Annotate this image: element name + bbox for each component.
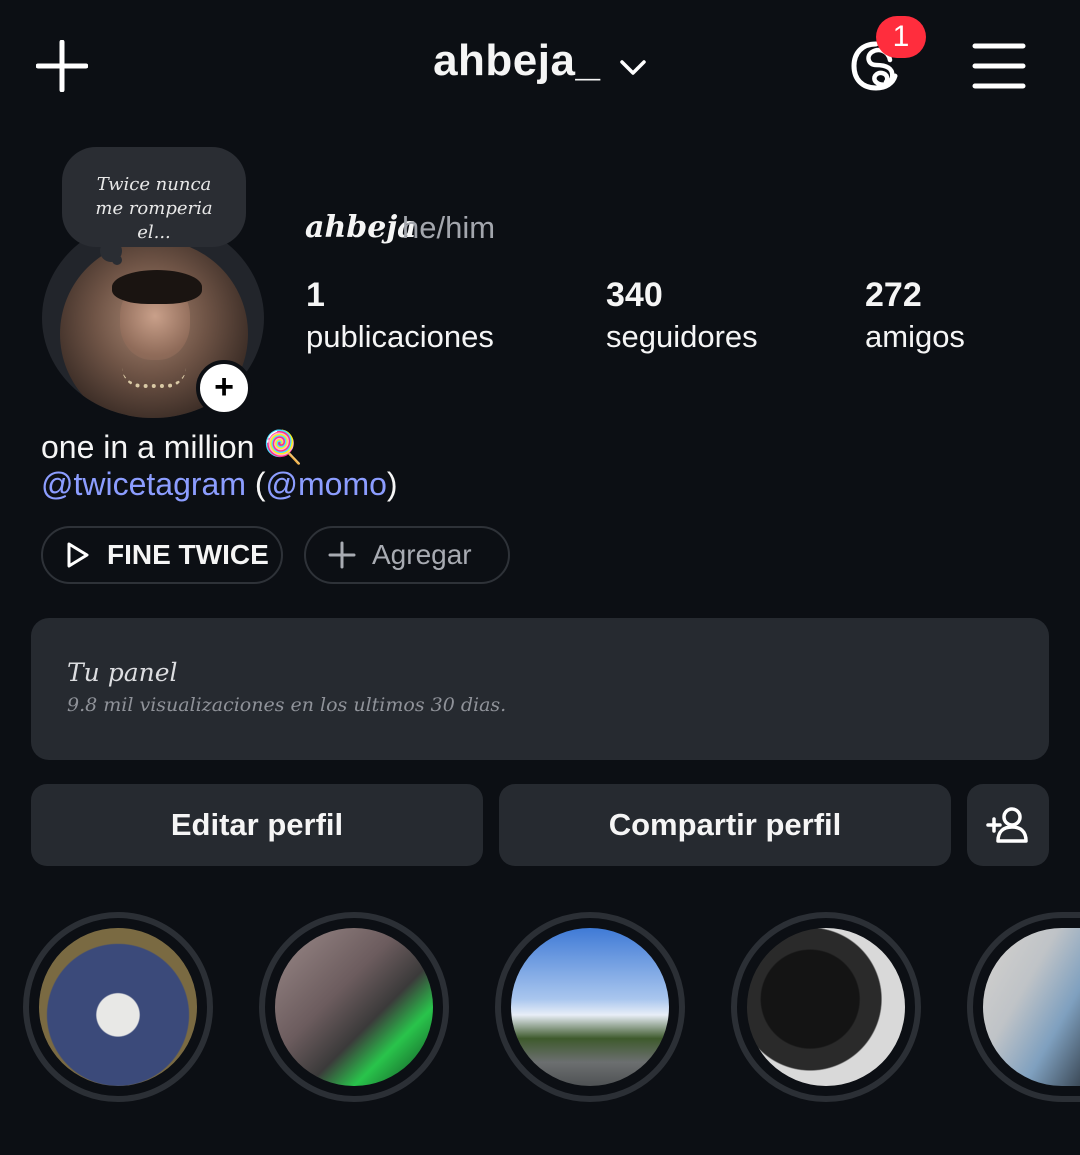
stat-followers[interactable]: 340 seguidores bbox=[606, 276, 758, 355]
stat-value: 1 bbox=[306, 276, 325, 314]
edit-profile-label: Editar perfil bbox=[170, 807, 344, 842]
add-person-icon bbox=[986, 807, 1028, 843]
add-label: Agregar bbox=[372, 539, 472, 570]
menu-icon bbox=[972, 43, 1026, 89]
edit-profile-button[interactable]: Editar perfil bbox=[31, 784, 483, 866]
add-icon bbox=[328, 541, 356, 569]
stat-label: amigos bbox=[865, 319, 965, 354]
bio-paren-open: ( bbox=[245, 466, 266, 502]
mention-twicetagram[interactable]: @twicetagram bbox=[41, 466, 246, 502]
dashboard-title: Tu panel bbox=[67, 658, 178, 687]
add-story-icon[interactable]: + bbox=[196, 360, 252, 416]
dashboard-subtitle: 9.8 mil visualizaciones en los ultimos 3… bbox=[67, 694, 507, 716]
stat-value: 272 bbox=[865, 276, 922, 314]
stat-label: seguidores bbox=[606, 319, 758, 354]
highlight-cover bbox=[511, 928, 669, 1086]
story-highlight[interactable] bbox=[495, 912, 685, 1102]
stat-value: 340 bbox=[606, 276, 663, 314]
notification-badge: 1 bbox=[876, 16, 926, 58]
profile-music-chip[interactable]: FINE TWICE bbox=[41, 526, 283, 584]
story-highlight[interactable] bbox=[259, 912, 449, 1102]
professional-dashboard[interactable]: Tu panel 9.8 mil visualizaciones en los … bbox=[31, 618, 1049, 760]
bio-paren-close: ) bbox=[386, 466, 398, 502]
story-highlight[interactable] bbox=[23, 912, 213, 1102]
stat-posts[interactable]: 1 publicaciones bbox=[306, 276, 494, 355]
highlight-cover bbox=[275, 928, 433, 1086]
highlight-cover bbox=[747, 928, 905, 1086]
bio-mentions: @twicetagram (@momo) bbox=[41, 466, 398, 503]
display-name: ahbeja bbox=[305, 210, 417, 245]
mention-momo[interactable]: @momo bbox=[266, 466, 387, 502]
discover-people-button[interactable] bbox=[967, 784, 1049, 866]
chevron-down-icon bbox=[619, 59, 647, 82]
music-label: FINE TWICE bbox=[107, 539, 269, 570]
add-link-chip[interactable]: Agregar bbox=[304, 526, 510, 584]
story-highlight[interactable] bbox=[967, 912, 1080, 1102]
pronouns: he/him bbox=[402, 210, 496, 245]
share-profile-button[interactable]: Compartir perfil bbox=[499, 784, 951, 866]
stat-label: publicaciones bbox=[306, 319, 494, 354]
share-profile-label: Compartir perfil bbox=[608, 807, 842, 842]
highlight-cover bbox=[39, 928, 197, 1086]
profile-note[interactable]: Twice nunca me romperia el... bbox=[62, 147, 246, 247]
username: ahbeja_ bbox=[433, 36, 601, 85]
story-highlight[interactable] bbox=[731, 912, 921, 1102]
play-icon bbox=[63, 541, 91, 569]
bio-text: one in a million 🍭 bbox=[41, 429, 304, 465]
highlight-cover bbox=[983, 928, 1080, 1086]
stat-friends[interactable]: 272 amigos bbox=[865, 276, 965, 355]
note-text: Twice nunca me romperia el... bbox=[95, 174, 213, 243]
menu-button[interactable] bbox=[972, 42, 1026, 90]
